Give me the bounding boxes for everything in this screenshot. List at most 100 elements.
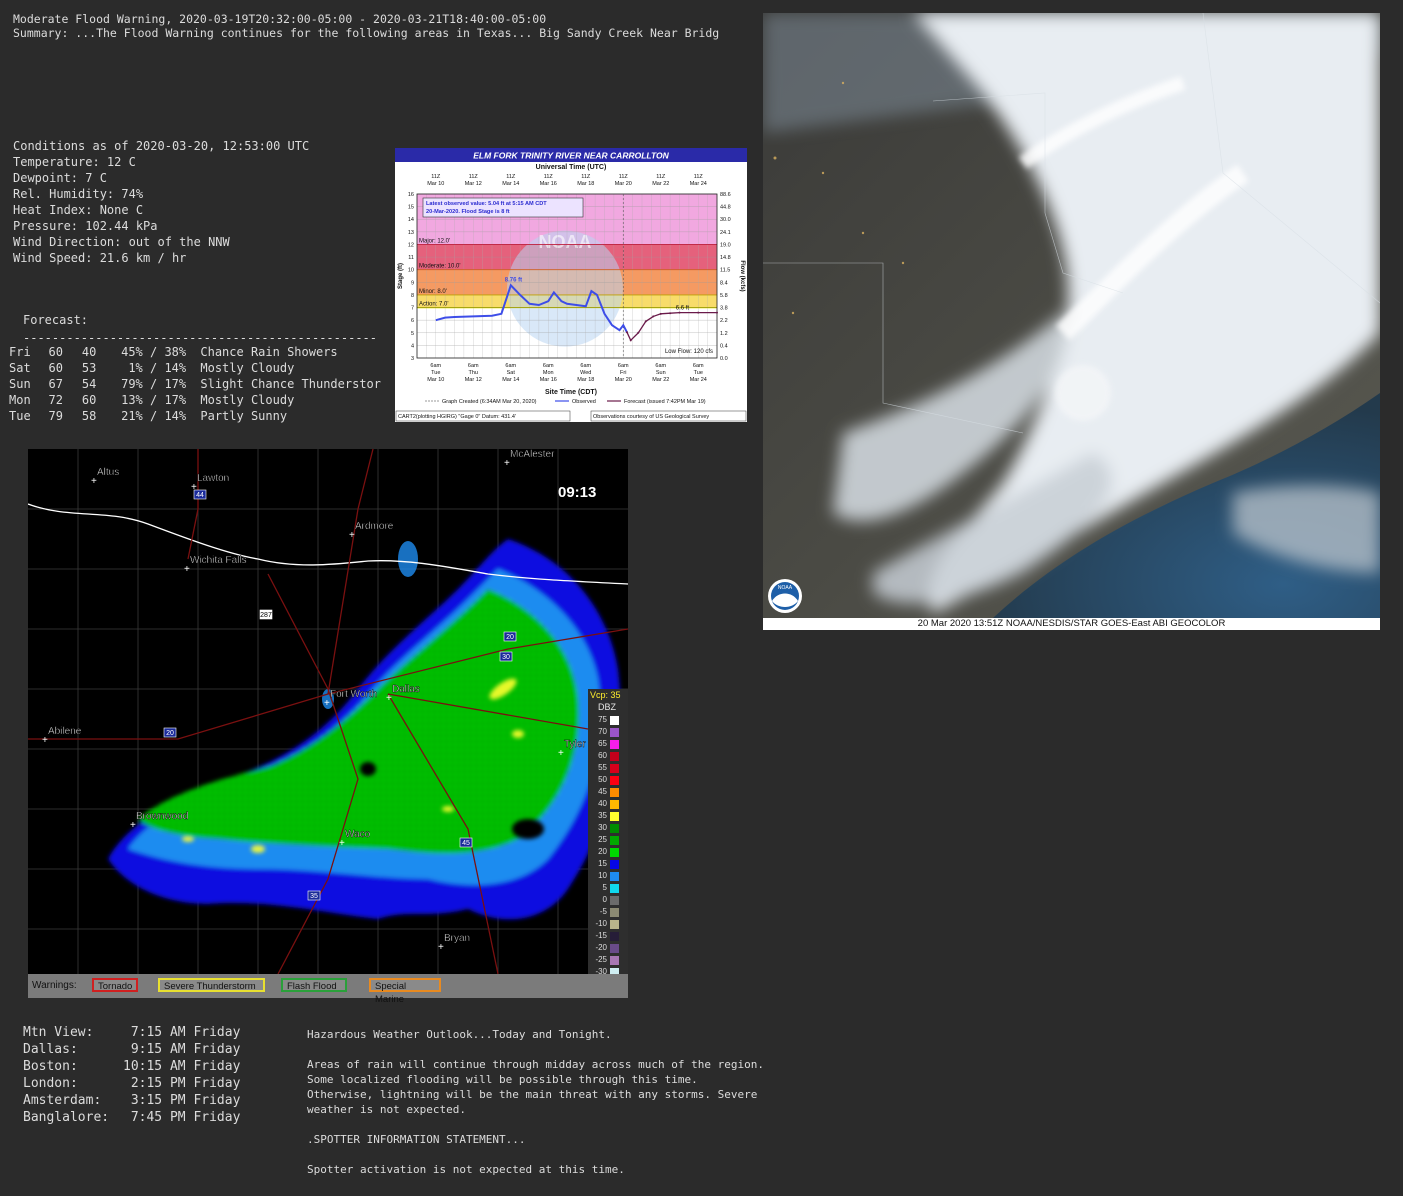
forecast-high: 67 bbox=[48, 377, 63, 391]
footer-left: CART2(plotting HGIRG) "Gage 0" Datum: 43… bbox=[398, 414, 516, 420]
clock-time: 3:15 PM Friday bbox=[130, 1093, 241, 1108]
city-label: Ardmore bbox=[355, 521, 394, 532]
clock-time: 7:45 PM Friday bbox=[130, 1110, 241, 1125]
dbz-level-label: -25 bbox=[595, 955, 607, 964]
heat-index: Heat Index: None C bbox=[13, 203, 144, 217]
flow-tick: 0.4 bbox=[720, 343, 728, 349]
forecast-day: Sat bbox=[9, 361, 31, 375]
warning-severe-thunderstorm[interactable]: Severe Thunderstorm bbox=[158, 978, 265, 992]
latest-value-line1: Latest observed value: 5.04 ft at 5:15 A… bbox=[426, 201, 547, 207]
cdt-tick-weekday: Wed bbox=[580, 370, 591, 376]
dbz-level-swatch bbox=[610, 860, 619, 869]
dbz-level-swatch bbox=[610, 908, 619, 917]
warning-flash-flood[interactable]: Flash Flood bbox=[281, 978, 347, 992]
flow-tick: 19.0 bbox=[720, 242, 731, 248]
latest-value-line2: 20-Mar-2020. Flood Stage is 8 ft bbox=[426, 209, 510, 215]
cdt-tick-time: 6am bbox=[468, 363, 479, 369]
dbz-level-swatch bbox=[610, 944, 619, 953]
forecast-high: 72 bbox=[48, 393, 63, 407]
dbz-level-swatch bbox=[610, 848, 619, 857]
dbz-level: 25 bbox=[588, 835, 628, 847]
forecast-day: Fri bbox=[9, 345, 31, 359]
stage-tick: 11 bbox=[408, 255, 414, 261]
forecast-high: 79 bbox=[48, 409, 63, 423]
dbz-level: -25 bbox=[588, 955, 628, 967]
dbz-level-swatch bbox=[610, 728, 619, 737]
dbz-level: -15 bbox=[588, 931, 628, 943]
dbz-level-swatch bbox=[610, 932, 619, 941]
cdt-tick-time: 6am bbox=[655, 363, 666, 369]
utc-axis-title: Universal Time (UTC) bbox=[536, 164, 607, 171]
stage-tick: 12 bbox=[408, 242, 414, 248]
dbz-level-swatch bbox=[610, 740, 619, 749]
utc-tick-time: 11Z bbox=[544, 174, 554, 180]
forecast-day: Sun bbox=[9, 377, 31, 391]
dbz-level-label: -5 bbox=[599, 907, 607, 916]
utc-tick-date: Mar 22 bbox=[652, 181, 669, 187]
radar-map[interactable]: Altus + Lawton + McAlester + Ardmore + Wichita F… bbox=[27, 449, 629, 1005]
conditions-header: Conditions as of 2020-03-20, 12:53:00 UT… bbox=[13, 139, 310, 153]
city-label: Fort Worth bbox=[330, 689, 377, 700]
utc-tick-time: 11Z bbox=[619, 174, 629, 180]
dbz-level-swatch bbox=[610, 836, 619, 845]
dbz-level: 30 bbox=[588, 823, 628, 835]
dbz-level: 65 bbox=[588, 739, 628, 751]
dbz-level-label: 40 bbox=[598, 799, 607, 808]
city-plus-icon: + bbox=[324, 698, 330, 709]
dbz-level-swatch bbox=[610, 884, 619, 893]
hydrograph-chart: ELM FORK TRINITY RIVER NEAR CARROLLTON Un… bbox=[395, 148, 747, 422]
radar-imagery: Altus+ Lawton+McAlester+Ardmore+Wichita F… bbox=[27, 449, 629, 975]
cdt-tick-weekday: Tue bbox=[431, 370, 440, 376]
dbz-level-swatch bbox=[610, 776, 619, 785]
dbz-level: 0 bbox=[588, 895, 628, 907]
forecast-desc: Slight Chance Thunderstor bbox=[200, 377, 381, 391]
flow-tick: 88.6 bbox=[720, 192, 731, 198]
cdt-tick-time: 6am bbox=[505, 363, 516, 369]
highway-number: 20 bbox=[506, 634, 514, 641]
legend-forecast: Forecast (issued 7:42PM Mar 19) bbox=[624, 399, 706, 405]
utc-tick-time: 11Z bbox=[469, 174, 479, 180]
cdt-tick-date: Mar 10 bbox=[427, 377, 444, 383]
forecast-precip: 1% / 14% bbox=[121, 361, 187, 375]
clock-time: 7:15 AM Friday bbox=[130, 1025, 241, 1040]
cdt-tick-time: 6am bbox=[693, 363, 704, 369]
highway-number: 45 bbox=[462, 840, 470, 847]
city-label: Brownwood bbox=[136, 811, 188, 822]
stage-tick: 15 bbox=[408, 205, 414, 211]
flow-tick: 2.2 bbox=[720, 318, 728, 324]
dbz-level-label: 15 bbox=[598, 859, 607, 868]
flow-tick: 8.4 bbox=[720, 280, 728, 286]
cdt-tick-weekday: Sun bbox=[656, 370, 666, 376]
forecast-title: Forecast: bbox=[23, 313, 89, 327]
dbz-level: 10 bbox=[588, 871, 628, 883]
cdt-tick-date: Mar 24 bbox=[690, 377, 707, 383]
forecast-row: Sun 67 54 79% / 17% Slight Chance Thundersto… bbox=[9, 376, 381, 392]
hydrograph[interactable]: ELM FORK TRINITY RIVER NEAR CARROLLTON Un… bbox=[395, 148, 747, 422]
svg-text:NOAA: NOAA bbox=[778, 585, 793, 591]
stage-tick: 4 bbox=[411, 343, 414, 349]
forecast-row: Fri 60 40 45% / 38% Chance Rain Showers bbox=[9, 344, 381, 360]
cdt-tick-date: Mar 18 bbox=[577, 377, 594, 383]
utc-tick-date: Mar 24 bbox=[690, 181, 707, 187]
dbz-level-label: 5 bbox=[602, 883, 607, 892]
warning-special-marine[interactable]: Special Marine bbox=[369, 978, 441, 1005]
vcp-label: Vcp: 35 bbox=[590, 690, 621, 700]
outlook-title: Hazardous Weather Outlook...Today and To… bbox=[307, 1028, 612, 1041]
highway-number: 35 bbox=[310, 893, 318, 900]
dbz-level: 35 bbox=[588, 811, 628, 823]
noaa-logo-icon: NOAA bbox=[768, 579, 802, 613]
warning-tornado[interactable]: Tornado bbox=[92, 978, 138, 992]
forecast-precip: 13% / 17% bbox=[121, 393, 187, 407]
highway-shield-icon: 30 bbox=[499, 651, 513, 662]
utc-tick-date: Mar 20 bbox=[615, 181, 632, 187]
forecast-point bbox=[626, 331, 628, 334]
dbz-level-label: 25 bbox=[598, 835, 607, 844]
dbz-level: -10 bbox=[588, 919, 628, 931]
clock-time: 2:15 PM Friday bbox=[130, 1076, 241, 1091]
clock-city: Boston: bbox=[23, 1059, 78, 1074]
forecast-panel: Forecast: ------------------------------… bbox=[9, 312, 381, 424]
dbz-level: -5 bbox=[588, 907, 628, 919]
dbz-legend: Vcp: 35 DBZ 75 70 65 60 55 50 45 40 35 30 25 20 15 10… bbox=[588, 689, 628, 995]
satellite-image[interactable]: NOAA 20 Mar 2020 13:51Z NOAA/NESDIS/STAR… bbox=[763, 12, 1381, 630]
forecast-desc: Partly Sunny bbox=[200, 409, 288, 423]
